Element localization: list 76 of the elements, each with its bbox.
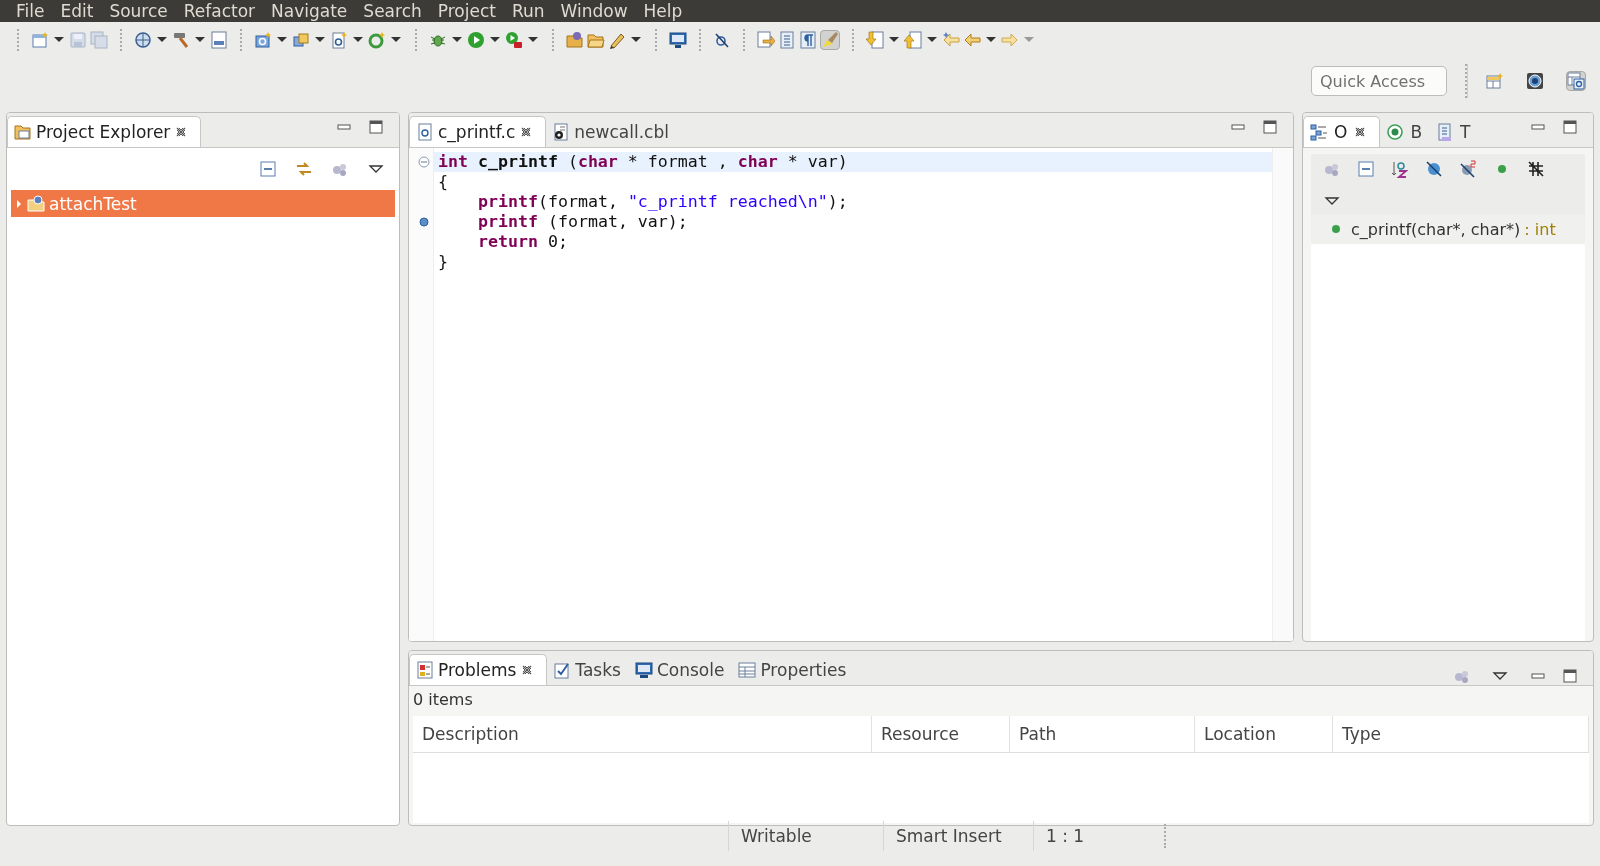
selected-tab[interactable]: O bbox=[1303, 116, 1381, 147]
maximize-icon[interactable] bbox=[367, 118, 385, 136]
column-header[interactable]: Resource bbox=[872, 716, 1010, 752]
tab[interactable]: newcall.cbl bbox=[546, 117, 677, 147]
tab[interactable]: Tasks bbox=[547, 655, 629, 685]
menu-item[interactable]: Search bbox=[355, 0, 430, 22]
sort-icon[interactable] bbox=[1391, 160, 1409, 178]
project-folder-icon bbox=[27, 194, 45, 213]
menu-item[interactable]: Edit bbox=[52, 0, 102, 22]
crossed-circle-icon[interactable] bbox=[713, 31, 731, 49]
maximize-icon[interactable] bbox=[1261, 118, 1279, 136]
function-dot-icon bbox=[1331, 224, 1341, 234]
column-header[interactable]: Location bbox=[1195, 716, 1333, 752]
open-perspective-icon[interactable] bbox=[1486, 72, 1504, 90]
collapsed-arrow-icon[interactable] bbox=[15, 198, 23, 209]
selected-tab[interactable]: Problems bbox=[409, 654, 548, 685]
cobol-file-icon bbox=[552, 123, 571, 141]
new-project-icon[interactable] bbox=[254, 31, 272, 49]
item-count: 0 items bbox=[412, 689, 474, 711]
tab[interactable]: Console bbox=[628, 655, 733, 685]
table-icon bbox=[738, 661, 757, 679]
collapse-all-icon[interactable] bbox=[259, 160, 277, 178]
pencil-icon[interactable] bbox=[608, 31, 626, 49]
menu-item[interactable]: Window bbox=[552, 0, 636, 22]
quick-access-field[interactable]: Quick Access bbox=[1311, 66, 1447, 96]
tab[interactable]: Properties bbox=[732, 655, 855, 685]
document-arrow-icon[interactable] bbox=[757, 31, 775, 49]
column-header[interactable]: Description bbox=[413, 716, 872, 752]
code-line: } bbox=[437, 252, 449, 272]
status-text: Smart Insert bbox=[883, 821, 1033, 851]
problems-icon bbox=[416, 661, 434, 679]
column-header[interactable]: Type bbox=[1333, 716, 1589, 752]
status-text: 1 : 1 bbox=[1033, 821, 1164, 851]
hide-fields-icon[interactable] bbox=[1425, 160, 1443, 178]
menu-item[interactable]: Run bbox=[503, 0, 553, 22]
run-stop-icon[interactable] bbox=[505, 31, 523, 49]
code-line: return 0; bbox=[477, 232, 569, 252]
menu-item[interactable]: Project bbox=[429, 0, 504, 22]
link-arrows-icon[interactable] bbox=[295, 160, 313, 178]
menu-item[interactable]: Refactor bbox=[175, 0, 264, 22]
selected-tab[interactable]: Project Explorer bbox=[7, 116, 202, 147]
hash-icon[interactable] bbox=[1527, 160, 1545, 178]
folder-icon[interactable] bbox=[587, 31, 605, 49]
folder-icon bbox=[14, 123, 32, 141]
breakpoint-icon bbox=[1386, 123, 1405, 141]
column-header[interactable]: Path bbox=[1010, 716, 1195, 752]
monitor-icon bbox=[634, 661, 653, 679]
code-line: printf (format, var); bbox=[477, 212, 689, 232]
paragraph-icon[interactable] bbox=[799, 31, 817, 49]
selected-tab[interactable]: c_printf.c bbox=[409, 116, 547, 147]
globe-icon[interactable] bbox=[134, 31, 152, 49]
maximize-icon[interactable] bbox=[1561, 118, 1579, 136]
hammer-icon[interactable] bbox=[172, 31, 190, 49]
highlighter-icon[interactable] bbox=[820, 30, 840, 50]
hide-static-icon[interactable] bbox=[1459, 160, 1477, 178]
collapse-all-icon[interactable] bbox=[1357, 160, 1375, 178]
fold-toggle-icon[interactable] bbox=[418, 156, 430, 168]
monitor-icon[interactable] bbox=[669, 31, 687, 49]
code-line: { bbox=[437, 172, 449, 192]
c-perspective-icon[interactable] bbox=[1566, 71, 1586, 91]
tab[interactable]: B bbox=[1380, 117, 1431, 147]
menu-item[interactable]: File bbox=[8, 0, 53, 22]
menu-item[interactable]: Source bbox=[101, 0, 176, 22]
checklist-icon bbox=[553, 661, 572, 679]
menu-item[interactable]: Navigate bbox=[263, 0, 356, 22]
debug-perspective-icon[interactable] bbox=[1526, 72, 1544, 90]
tab[interactable]: T bbox=[1430, 117, 1479, 147]
status-text: Writable bbox=[728, 821, 883, 851]
folder-open-icon[interactable] bbox=[566, 31, 584, 49]
code-line: printf(format, "c_printf reached\n"); bbox=[477, 192, 849, 212]
menu-item[interactable]: Help bbox=[635, 0, 691, 22]
c-file-icon bbox=[416, 123, 434, 141]
outline-item[interactable]: c_printf(char*, char*) : int bbox=[1311, 214, 1585, 244]
outline-icon bbox=[1310, 123, 1328, 141]
new-source-file-icon[interactable] bbox=[330, 31, 348, 49]
maximize-icon[interactable] bbox=[1561, 667, 1579, 685]
